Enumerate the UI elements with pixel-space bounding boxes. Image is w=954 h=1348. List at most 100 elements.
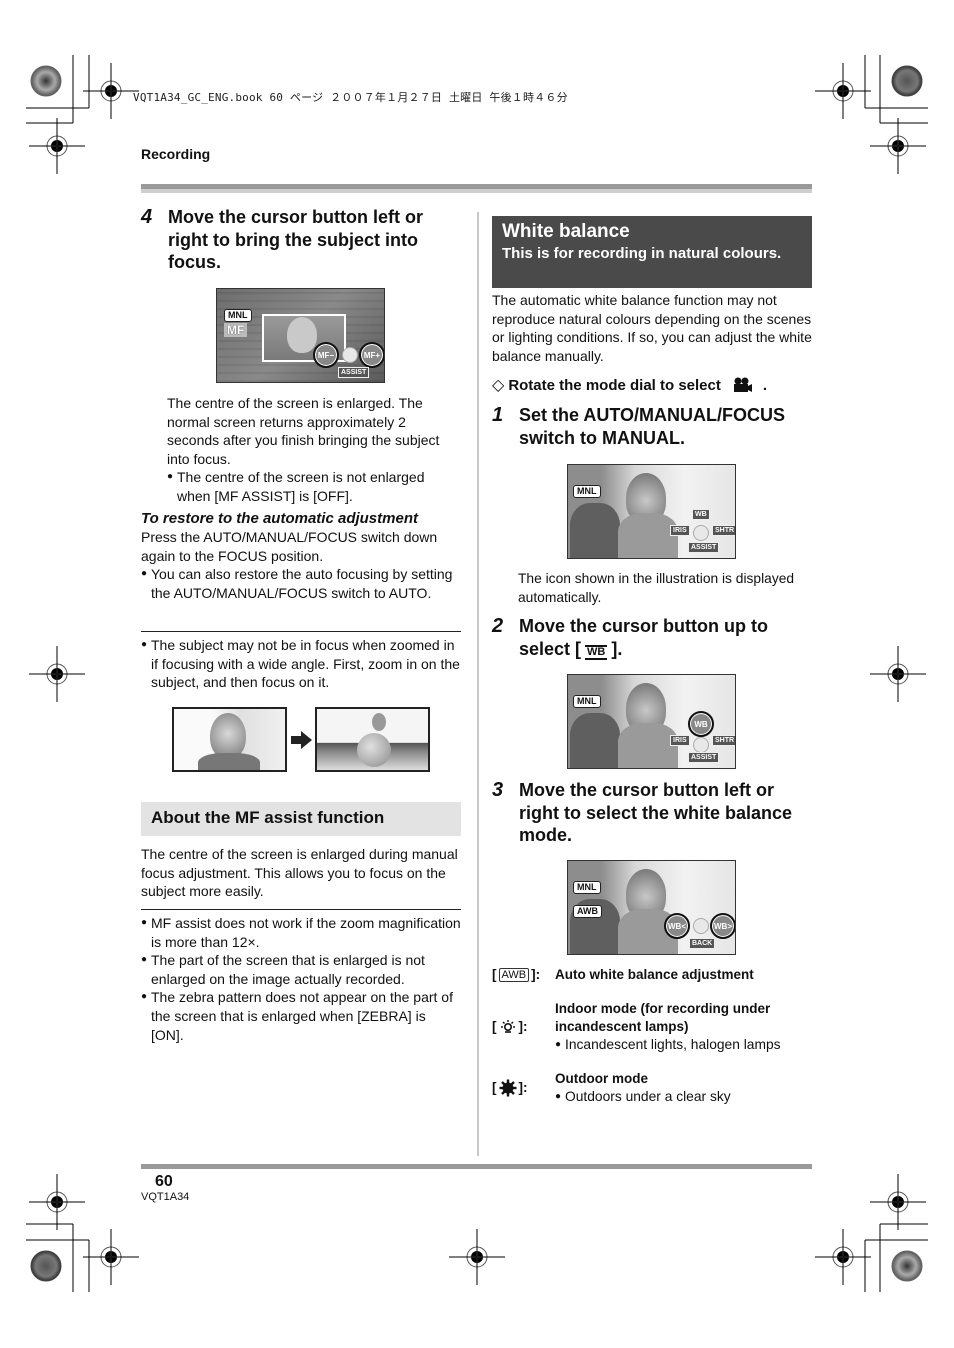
indoor-lamp-icon bbox=[500, 1020, 515, 1034]
outdoor-sun-icon bbox=[499, 1079, 516, 1097]
step-title: Move the cursor button left or right to … bbox=[168, 207, 424, 272]
step-title: Set the AUTO/MANUAL/FOCUS switch to MANU… bbox=[519, 405, 786, 448]
bullet-item: ● Incandescent lights, halogen lamps bbox=[555, 1036, 781, 1055]
section-title: White balance bbox=[502, 221, 630, 242]
step-number: 3 bbox=[492, 779, 504, 801]
page-number: 60 bbox=[155, 1173, 173, 1190]
bullet-text: The zebra pattern does not appear on the… bbox=[151, 989, 453, 1043]
mf-plus-button: MF+ bbox=[359, 342, 384, 368]
assist-label: ASSIST bbox=[338, 367, 370, 378]
step-number: 1 bbox=[492, 404, 504, 426]
shutter-option: SHTR bbox=[712, 525, 735, 536]
restore-section: To restore to the automatic adjustment P… bbox=[141, 509, 461, 602]
step-title: Move the cursor button left or right to … bbox=[519, 780, 793, 845]
mode-key: [AWB]: bbox=[492, 967, 541, 982]
wb-mode-outdoor: [ ]: Outdoor mode ● Outdoors under a clea… bbox=[492, 1070, 731, 1107]
print-header: VQT1A34_GC_ENG.book 60 ページ ２００７年１月２７日 土曜… bbox=[133, 91, 568, 104]
column-divider bbox=[477, 212, 479, 1156]
wb-right-button: WB> bbox=[710, 913, 735, 939]
mf-minus-button: MF− bbox=[313, 342, 339, 368]
description-text: The centre of the screen is enlarged. Th… bbox=[167, 395, 440, 467]
cursor-center bbox=[693, 525, 709, 541]
mf-assist-text: The centre of the screen is enlarged dur… bbox=[141, 846, 458, 900]
step-1-note: The icon shown in the illustration is di… bbox=[518, 571, 795, 605]
footer-rule bbox=[141, 1164, 812, 1169]
arrow-right-icon bbox=[291, 731, 312, 749]
wb-left-button: WB< bbox=[664, 913, 690, 939]
step-1-illustration: MNL WB IRIS SHTR ASSIST bbox=[567, 464, 736, 559]
wb-option: WB bbox=[692, 509, 710, 520]
shutter-option: SHTR bbox=[712, 735, 735, 746]
mode-tag-mnl: MNL bbox=[224, 309, 252, 322]
mode-title: Indoor mode (for recording under bbox=[555, 1001, 771, 1016]
awb-tag: AWB bbox=[573, 905, 602, 918]
mode-tag-mnl: MNL bbox=[573, 485, 601, 498]
bullet-item: ● Outdoors under a clear sky bbox=[555, 1088, 731, 1107]
bullet-text: The part of the screen that is enlarged … bbox=[151, 952, 425, 987]
bullet-text: You can also restore the auto focusing b… bbox=[151, 566, 453, 601]
step-number: 2 bbox=[492, 615, 504, 637]
step-title: Move the cursor button up to select [ bbox=[519, 616, 768, 659]
bullet-text: The centre of the screen is not enlarged… bbox=[177, 469, 425, 504]
bullet-text: The subject may not be in focus when zoo… bbox=[151, 637, 460, 691]
bullet-item: ● The zebra pattern does not appear on th… bbox=[141, 988, 461, 1044]
prereq-text: Rotate the mode dial to select bbox=[508, 376, 721, 394]
back-option: BACK bbox=[689, 938, 716, 949]
mode-title-continued: incandescent lamps) bbox=[555, 1019, 689, 1034]
bullet-item: ● You can also restore the auto focusing … bbox=[141, 565, 461, 602]
step-1-heading: 1 Set the AUTO/MANUAL/FOCUS switch to MA… bbox=[492, 404, 812, 449]
cursor-center bbox=[693, 737, 709, 753]
awb-icon: AWB bbox=[498, 968, 530, 982]
white-balance-intro: The automatic white balance function may… bbox=[492, 292, 812, 364]
close-up-illustration bbox=[172, 707, 287, 772]
mf-assist-illustration: MNL MF MF− MF+ ASSIST bbox=[216, 288, 385, 383]
mode-key: [ ]: bbox=[492, 1079, 528, 1097]
mode-tag-mnl: MNL bbox=[573, 695, 601, 708]
step-number: 4 bbox=[141, 206, 153, 228]
zoom-focus-note: ● The subject may not be in focus when zo… bbox=[141, 637, 460, 691]
wb-icon: WB bbox=[585, 644, 608, 660]
bullet-text: Incandescent lights, halogen lamps bbox=[565, 1037, 781, 1052]
mode-title: Auto white balance adjustment bbox=[555, 967, 754, 982]
bullet-item: ● MF assist does not work if the zoom mag… bbox=[141, 915, 461, 950]
cursor-center bbox=[342, 347, 358, 363]
mode-key: [ ]: bbox=[492, 1019, 528, 1035]
section-subtitle: This is for recording in natural colours… bbox=[502, 245, 782, 262]
bullet-text: Outdoors under a clear sky bbox=[565, 1089, 731, 1104]
mode-tag-mnl: MNL bbox=[573, 881, 601, 894]
mf-label: MF bbox=[224, 323, 248, 337]
step-4-description: The centre of the screen is enlarged. Th… bbox=[167, 394, 457, 506]
mf-assist-heading: About the MF assist function bbox=[141, 802, 461, 836]
model-code: VQT1A34 bbox=[141, 1191, 190, 1203]
prereq-suffix: . bbox=[762, 376, 768, 394]
header-rule bbox=[141, 184, 812, 193]
restore-text: Press the AUTO/MANUAL/FOCUS switch down … bbox=[141, 529, 438, 564]
mode-title: Outdoor mode bbox=[555, 1071, 648, 1086]
divider-rule bbox=[141, 909, 461, 910]
assist-option: ASSIST bbox=[688, 752, 720, 763]
step-2-illustration: MNL WB IRIS SHTR ASSIST bbox=[567, 674, 736, 769]
step-3-illustration: MNL AWB WB< WB> BACK bbox=[567, 860, 736, 955]
bullet-item: ● The part of the screen that is enlarged… bbox=[141, 951, 461, 988]
assist-option: ASSIST bbox=[688, 542, 720, 553]
cursor-center bbox=[693, 918, 709, 934]
section-label: Recording bbox=[141, 146, 211, 162]
wide-angle-illustration bbox=[315, 707, 430, 772]
iris-option: IRIS bbox=[670, 735, 690, 746]
mode-dial-prereq: ◇ Rotate the mode dial to select . bbox=[492, 375, 767, 395]
bullet-text: MF assist does not work if the zoom magn… bbox=[151, 915, 461, 950]
white-balance-header: White balance This is for recording in n… bbox=[492, 216, 812, 288]
diamond-icon: ◇ bbox=[492, 377, 505, 394]
step-4-heading: 4 Move the cursor button left or right t… bbox=[141, 206, 461, 274]
wb-mode-indoor: [ ]: Indoor mode (for recording under in… bbox=[492, 1000, 781, 1055]
restore-heading: To restore to the automatic adjustment bbox=[141, 510, 418, 527]
divider-rule bbox=[141, 631, 461, 632]
step-3-heading: 3 Move the cursor button left or right t… bbox=[492, 779, 812, 847]
mf-assist-bullets: ● MF assist does not work if the zoom mag… bbox=[141, 914, 461, 1044]
wb-mode-auto: [AWB]: Auto white balance adjustment bbox=[492, 966, 754, 984]
step-2-heading: 2 Move the cursor button up to select [W… bbox=[492, 615, 812, 660]
step-title-suffix: ]. bbox=[611, 638, 623, 659]
video-camera-icon bbox=[733, 377, 752, 392]
wb-option-selected: WB bbox=[688, 711, 714, 737]
iris-option: IRIS bbox=[670, 525, 690, 536]
